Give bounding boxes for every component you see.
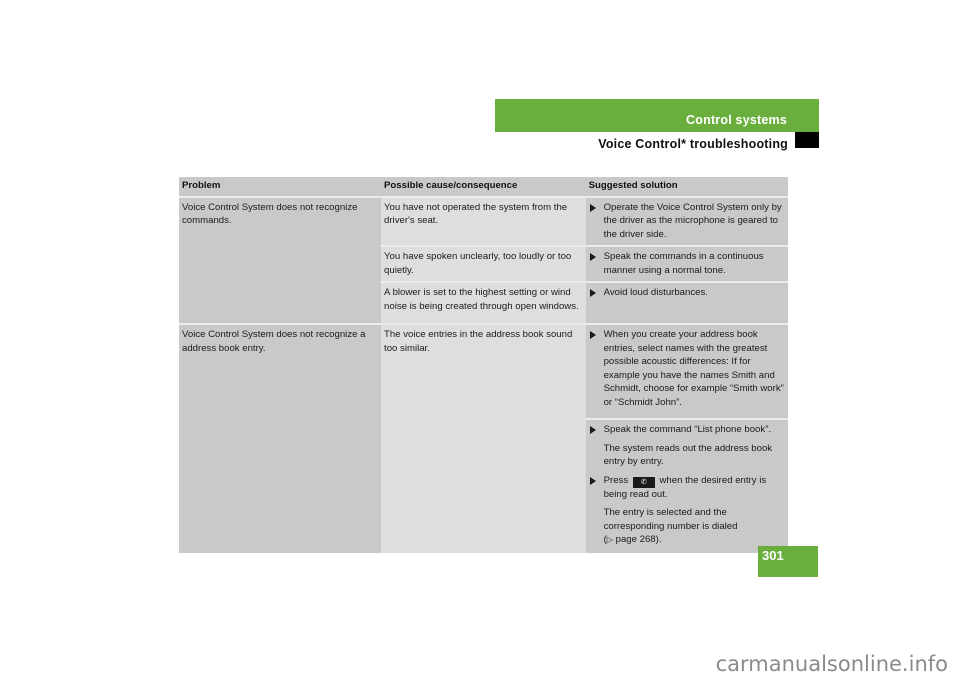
section-title: Control systems <box>686 113 787 127</box>
page-reference-link[interactable]: page 268 <box>616 534 656 545</box>
solution-note: The entry is selected and the correspond… <box>589 506 785 547</box>
solution-step: Operate the Voice Control System only by… <box>589 201 785 242</box>
bullet-arrow-icon <box>589 253 596 261</box>
solution-cell: Avoid loud disturbances. <box>585 282 788 325</box>
subtitle-marker-block <box>795 132 819 148</box>
solution-text: When you create your address book entrie… <box>603 329 784 408</box>
page-ref-close: ). <box>655 534 662 545</box>
cause-cell: You have not operated the system from th… <box>381 196 586 247</box>
solution-step: Avoid loud disturbances. <box>589 286 785 300</box>
solution-text: Avoid loud disturbances. <box>603 287 708 298</box>
cause-cell: The voice entries in the address book so… <box>381 324 586 553</box>
page-reference-arrow-icon: ▷ <box>606 535 613 544</box>
section-header-bar: Control systems <box>495 99 819 132</box>
table-row: Voice Control System does not recognize … <box>179 324 788 553</box>
page-number: 301 <box>762 548 784 563</box>
solution-text: Operate the Voice Control System only by… <box>603 201 782 240</box>
page-number-box: 301 <box>758 546 818 577</box>
column-header-problem: Problem <box>179 177 382 198</box>
solution-step: Speak the commands in a continuous manne… <box>589 250 785 277</box>
bullet-arrow-icon <box>589 331 596 339</box>
bullet-arrow-icon <box>589 289 596 297</box>
solution-cell: Speak the command “List phone book”. The… <box>585 419 788 553</box>
solution-step: Press ✆ when the desired entry is being … <box>589 474 785 502</box>
table-header-row: Problem Possible cause/consequence Sugge… <box>179 177 788 198</box>
bullet-arrow-icon <box>589 203 596 212</box>
phone-key-icon: ✆ <box>632 476 655 488</box>
column-header-cause: Possible cause/consequence <box>381 177 586 198</box>
bullet-arrow-icon <box>589 476 596 485</box>
cause-cell: You have spoken unclearly, too loudly or… <box>381 246 586 283</box>
solution-text: Speak the commands in a continuous manne… <box>603 251 764 276</box>
bullet-arrow-icon <box>589 426 596 434</box>
solution-note-text: The entry is selected and the correspond… <box>603 507 738 532</box>
solution-cell: Speak the commands in a continuous manne… <box>585 246 788 283</box>
solution-cell: When you create your address book entrie… <box>585 324 788 420</box>
solution-step: When you create your address book entrie… <box>589 328 785 409</box>
table-row: Voice Control System does not recognize … <box>179 196 788 325</box>
solution-text-prefix: Press <box>603 474 629 486</box>
cause-cell: A blower is set to the highest setting o… <box>381 282 586 325</box>
problem-cell: Voice Control System does not recognize … <box>179 196 382 325</box>
solution-text: Speak the command “List phone book”. <box>603 424 772 435</box>
solution-step: Speak the command “List phone book”. <box>589 423 785 437</box>
column-header-solution: Suggested solution <box>585 177 788 198</box>
solution-text-suffix: when the desired entry is being read out… <box>603 474 767 500</box>
page-subtitle: Voice Control* troubleshooting <box>598 137 788 151</box>
solution-cell: Operate the Voice Control System only by… <box>585 196 788 247</box>
solution-note: The system reads out the address book en… <box>603 442 773 468</box>
troubleshooting-table: Problem Possible cause/consequence Sugge… <box>179 177 788 553</box>
problem-cell: Voice Control System does not recognize … <box>179 324 382 553</box>
watermark-text: carmanualsonline.info <box>715 652 948 676</box>
